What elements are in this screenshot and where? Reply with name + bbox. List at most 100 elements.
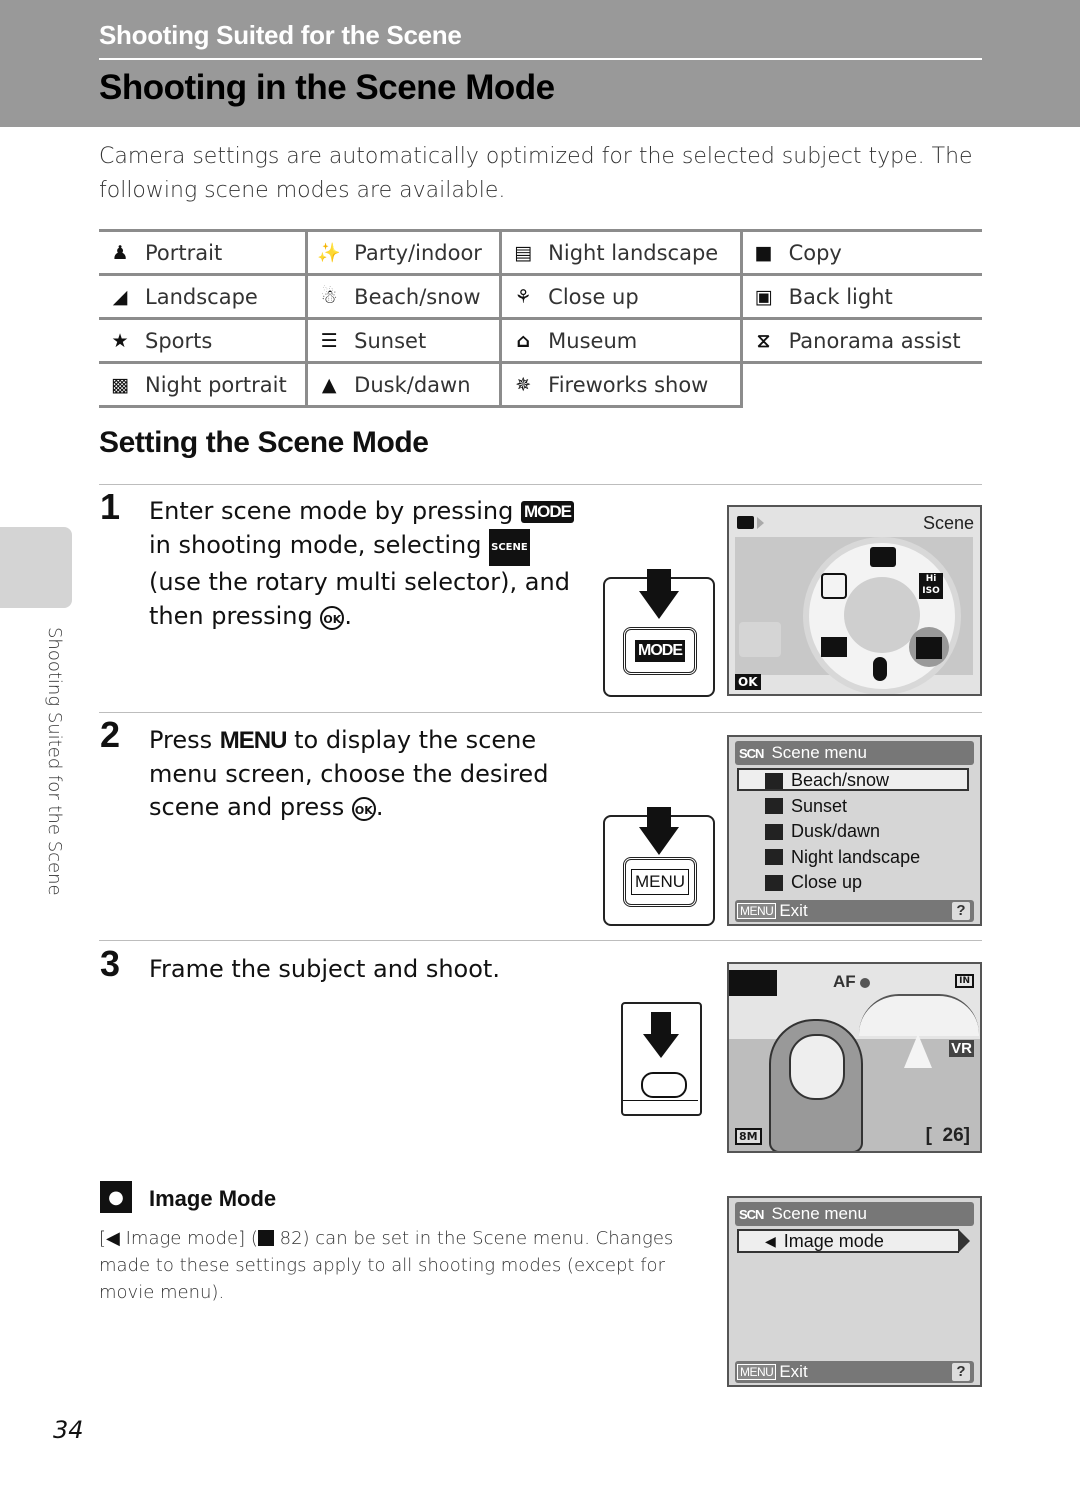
menu-title-bar: SCN Scene menu [735,1202,974,1226]
scene-menu-screen: SCN Scene menu Beach/snow Sunset Dusk/dawn… [727,735,982,926]
scene-cell: ▲ Dusk/dawn [306,361,503,408]
scene-label: Portrait [145,240,223,265]
scene-cell: ☃ Beach/snow [306,273,503,320]
sunset-icon: ☰ [320,329,338,352]
menu-item-image-mode[interactable]: ◀ Image mode [765,1231,884,1252]
chapter-tab-label: Shooting Suited for the Scene [44,627,65,896]
scene-cell: ♟ Portrait [99,229,309,276]
party-indoor-icon: ✨ [317,242,341,264]
divider [99,484,982,485]
scene-cell: ⚘ Close up [500,273,743,320]
scene-cell: ★ Sports [99,317,309,364]
scene-label: Sunset [354,328,427,353]
menu-button-glyph: MENU [219,727,288,754]
step-number: 2 [100,714,121,755]
scene-cell: ☰ Sunset [306,317,503,364]
scene-table-row: ▩ Night portrait ▲ Dusk/dawn ✵ Fireworks show [99,361,982,408]
shots-remaining: [ 26] [925,1125,970,1146]
menu-footer: MENU Exit ? [735,1361,974,1383]
scene-label: Fireworks show [548,372,709,397]
sports-icon: ★ [111,329,129,352]
page-header: Shooting Suited for the Scene Shooting i… [0,0,1080,127]
copy-icon: ■ [754,241,773,264]
note-title: Image Mode [149,1186,277,1211]
divider [99,712,982,713]
af-indicator: AF [833,972,856,991]
scn-icon: SCN [739,745,764,761]
memory-indicator: IN [955,974,974,988]
scene-label: Night landscape [548,240,719,265]
back-light-icon: ▣ [754,285,773,308]
beach-snow-icon [729,970,777,996]
scene-table-row: ♟ Portrait ✨ Party/indoor ▤ Night landscape ■ C… [99,229,982,276]
step-3-text: Frame the subject and shoot. [149,955,500,983]
auto-mode-icon [870,547,896,567]
panorama-assist-icon: ⧖ [756,329,771,352]
exit-label[interactable]: Exit [779,901,807,921]
press-arrow-icon [647,569,671,591]
scene-mode-icon [916,637,942,659]
scene-cell: ⌂ Museum [500,317,743,364]
menu-button-illustration: MENU [603,807,715,926]
scene-cell: ■ Copy [741,229,982,276]
beach-snow-icon: ☃ [320,285,338,308]
scene-item-icon [765,874,783,891]
menu-tag: MENU [737,903,777,919]
museum-icon: ⌂ [516,329,530,352]
exit-label[interactable]: Exit [779,1362,807,1382]
scene-label: Sports [145,328,213,353]
menu-item[interactable]: Dusk/dawn [765,821,880,842]
shooting-screen: AF IN VR 8M [ 26] [727,962,982,1153]
menu-item[interactable]: Beach/snow [765,770,889,791]
step-2-text: Press MENU to display the scene menu scr… [149,726,549,821]
press-arrow-icon [651,1012,671,1034]
scene-label: Landscape [145,284,258,309]
menu-item[interactable]: Night landscape [765,847,920,868]
scene-label: Beach/snow [354,284,481,309]
divider [99,940,982,941]
setup-icon [821,573,847,599]
header-rule [99,58,982,60]
menu-button-label: MENU [630,869,690,895]
scn-icon: SCN [739,1206,764,1222]
shutter-button-illustration [621,1002,702,1116]
mode-button-label: MODE [635,640,685,662]
note-body: [◀ Image mode] ( 82) can be set in the S… [99,1228,674,1303]
scene-cell: ▩ Night portrait [99,361,309,408]
intro-text: Camera settings are automatically optimi… [99,144,973,203]
mode-label: Scene [922,513,974,533]
menu-item[interactable]: Sunset [765,796,847,817]
scene-cell: ▣ Back light [741,273,982,320]
scene-item-icon [765,849,783,865]
voice-recording-icon [873,657,887,681]
scene-cell: ✨ Party/indoor [306,229,503,276]
landscape-icon: ◢ [112,285,128,308]
mountains [859,994,979,1036]
fireworks-show-icon: ✵ [515,373,532,396]
page-number: 34 [53,1416,84,1444]
page-reference-icon [257,1230,274,1246]
help-icon: ? [952,902,970,920]
finger-icon [641,1072,687,1098]
scene-label: Back light [788,284,893,309]
menu-item[interactable]: Close up [765,872,862,893]
scene-table-row: ★ Sports ☰ Sunset ⌂ Museum ⧖ Panorama assist [99,317,982,364]
focus-dot [860,978,870,988]
mode-button-illustration: MODE [603,569,715,697]
vr-indicator: VR [949,1040,974,1057]
chapter-tab [0,527,72,608]
menu-footer: MENU Exit ? [735,900,974,922]
scene-label: Panorama assist [788,328,961,353]
scene-cell: ▤ Night landscape [500,229,743,276]
hi-iso-icon: Hi ISO [919,573,943,599]
scene-table-row: ◢ Landscape ☃ Beach/snow ⚘ Close up ▣ Back ligh… [99,273,982,320]
empty-cell [741,361,982,407]
scene-label: Party/indoor [354,240,482,265]
scene-label: Museum [548,328,638,353]
dusk-dawn-icon: ▲ [321,373,337,396]
ok-button-icon: OK [351,797,376,821]
night-landscape-icon: ▤ [514,241,533,264]
portrait-icon: ♟ [111,241,129,264]
image-mode-icon: ◀ [765,1233,776,1249]
scene-cell: ◢ Landscape [99,273,309,320]
